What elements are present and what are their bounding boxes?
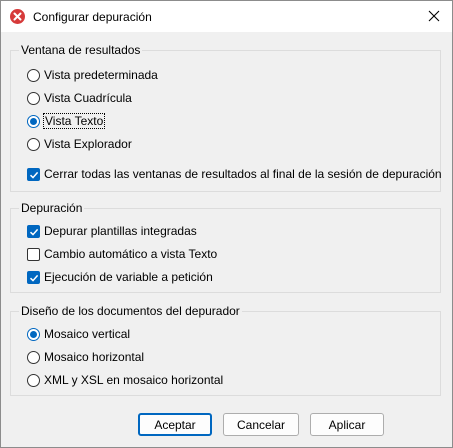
checkbox-label: Cambio automático a vista Texto xyxy=(44,247,218,261)
radio-label: Mosaico horizontal xyxy=(44,350,145,364)
checkbox-close-all-results[interactable]: Cerrar todas las ventanas de resultados … xyxy=(27,165,442,183)
checkmark-icon xyxy=(29,171,39,179)
dialog-title: Configurar depuración xyxy=(33,10,152,24)
checkbox[interactable] xyxy=(27,224,40,238)
radio-vista-explorador[interactable]: Vista Explorador xyxy=(27,135,132,153)
radio-label: Vista predeterminada xyxy=(44,68,158,82)
radio-button[interactable] xyxy=(27,350,40,364)
checkbox-label: Cerrar todas las ventanas de resultados … xyxy=(44,167,442,181)
checkmark-icon xyxy=(29,228,39,236)
radio-button-selected[interactable] xyxy=(27,327,40,341)
checkbox-label: Ejecución de variable a petición xyxy=(44,270,213,284)
debugging-legend: Depuración xyxy=(19,201,85,215)
radio-label: XML y XSL en mosaico horizontal xyxy=(44,373,224,387)
radio-vista-cuadricula[interactable]: Vista Cuadrícula xyxy=(27,89,132,107)
dialog-window: Configurar depuración Ventana de resulta… xyxy=(0,0,453,448)
checkmark-icon xyxy=(29,274,39,282)
radio-button[interactable] xyxy=(27,91,40,105)
radio-label: Mosaico vertical xyxy=(44,327,131,341)
radio-mosaico-vertical[interactable]: Mosaico vertical xyxy=(27,325,130,343)
radio-label: Vista Cuadrícula xyxy=(44,91,132,105)
layout-legend: Diseño de los documentos del depurador xyxy=(19,304,242,318)
radio-xml-xsl-horizontal[interactable]: XML y XSL en mosaico horizontal xyxy=(27,371,223,389)
apply-button[interactable]: Aplicar xyxy=(310,413,384,436)
checkbox-ejecucion-variable[interactable]: Ejecución de variable a petición xyxy=(27,268,213,286)
accept-button[interactable]: Aceptar xyxy=(138,413,212,436)
checkbox[interactable] xyxy=(27,167,40,181)
radio-button[interactable] xyxy=(27,373,40,387)
cancel-button[interactable]: Cancelar xyxy=(223,413,299,436)
radio-label: Vista Texto xyxy=(42,113,106,129)
debugging-group: Depuración Depurar plantillas integradas… xyxy=(10,201,441,293)
radio-button[interactable] xyxy=(27,68,40,82)
radio-vista-texto[interactable]: Vista Texto xyxy=(27,112,106,130)
checkbox-depurar-plantillas[interactable]: Depurar plantillas integradas xyxy=(27,222,197,240)
checkbox[interactable] xyxy=(27,247,40,261)
radio-mosaico-horizontal[interactable]: Mosaico horizontal xyxy=(27,348,144,366)
results-window-legend: Ventana de resultados xyxy=(19,43,143,57)
close-icon xyxy=(428,10,440,22)
layout-group: Diseño de los documentos del depurador M… xyxy=(10,304,441,396)
radio-vista-predeterminada[interactable]: Vista predeterminada xyxy=(27,66,158,84)
checkbox[interactable] xyxy=(27,270,40,284)
radio-label: Vista Explorador xyxy=(44,137,132,151)
checkbox-cambio-automatico[interactable]: Cambio automático a vista Texto xyxy=(27,245,217,263)
checkbox-label: Depurar plantillas integradas xyxy=(44,224,197,238)
radio-button[interactable] xyxy=(27,137,40,151)
title-bar: Configurar depuración xyxy=(1,1,452,32)
radio-button-selected[interactable] xyxy=(27,114,40,128)
close-button[interactable] xyxy=(421,5,447,27)
altova-app-icon xyxy=(10,9,25,24)
results-window-group: Ventana de resultados Vista predetermina… xyxy=(10,43,442,192)
